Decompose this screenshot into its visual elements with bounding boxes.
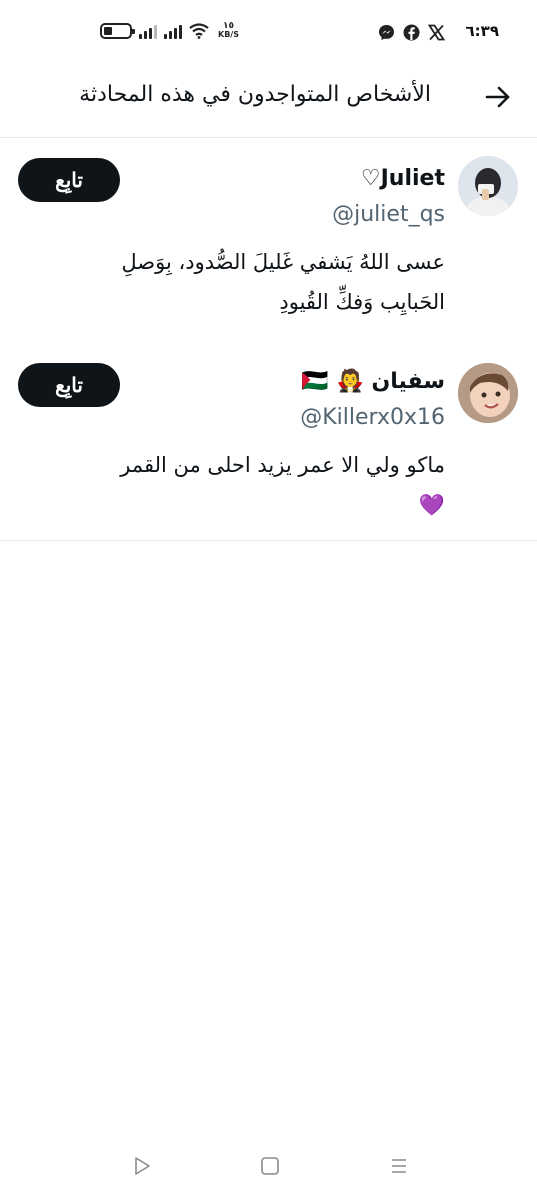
network-speed: ١٥ KB/S [218, 22, 239, 39]
notification-icons [378, 24, 445, 41]
divider [0, 540, 537, 541]
avatar[interactable] [458, 156, 518, 216]
user-handle: @Killerx0x16 [300, 405, 445, 430]
x-icon [428, 24, 445, 41]
signal-icon-1 [139, 23, 157, 39]
messenger-icon [378, 24, 395, 41]
user-bio: عسى اللهُ يَشفي غَليلَ الصُّدود، بِوَصلِ… [15, 242, 445, 322]
page-title: الأشخاص المتواجدون في هذه المحادثة [79, 82, 431, 107]
status-bar: ١٥ KB/S ٦:٣٩ [0, 0, 537, 64]
status-time: ٦:٣٩ [465, 22, 499, 40]
back-triangle-icon[interactable] [130, 1154, 154, 1178]
header: الأشخاص المتواجدون في هذه المحادثة [0, 64, 537, 138]
display-name[interactable]: Juliet♡ [361, 166, 445, 191]
system-indicators: ١٥ KB/S [100, 22, 239, 39]
user-row[interactable]: سفيان 🧛 🇵🇸 تابِع @Killerx0x16 ماكو ولي ا… [0, 345, 537, 535]
bio-line: الحَبايِب وَفكِّ القُيودِ [279, 290, 445, 314]
arrow-right-icon[interactable] [483, 82, 513, 112]
user-bio: ماكو ولي الا عمر يزيد احلى من القمر 💜 [15, 445, 445, 525]
follow-button[interactable]: تابِع [18, 158, 120, 202]
bio-line: ماكو ولي الا عمر يزيد احلى من القمر [120, 453, 445, 477]
wifi-icon [189, 22, 209, 39]
follow-button[interactable]: تابِع [18, 363, 120, 407]
user-row[interactable]: Juliet♡ تابِع @juliet_qs عسى اللهُ يَشفي… [0, 138, 537, 338]
battery-icon [100, 22, 135, 39]
system-nav-bar [0, 1140, 537, 1200]
signal-icon-2 [164, 23, 182, 39]
menu-lines-icon[interactable] [387, 1154, 411, 1178]
bio-line: عسى اللهُ يَشفي غَليلَ الصُّدود، بِوَصلِ [121, 250, 445, 274]
facebook-icon [403, 24, 420, 41]
display-name[interactable]: سفيان 🧛 🇵🇸 [301, 369, 445, 394]
bio-line: 💜 [418, 493, 445, 517]
network-speed-unit: KB/S [218, 30, 239, 39]
user-handle: @juliet_qs [332, 202, 445, 227]
avatar[interactable] [458, 363, 518, 423]
home-square-icon[interactable] [258, 1154, 282, 1178]
